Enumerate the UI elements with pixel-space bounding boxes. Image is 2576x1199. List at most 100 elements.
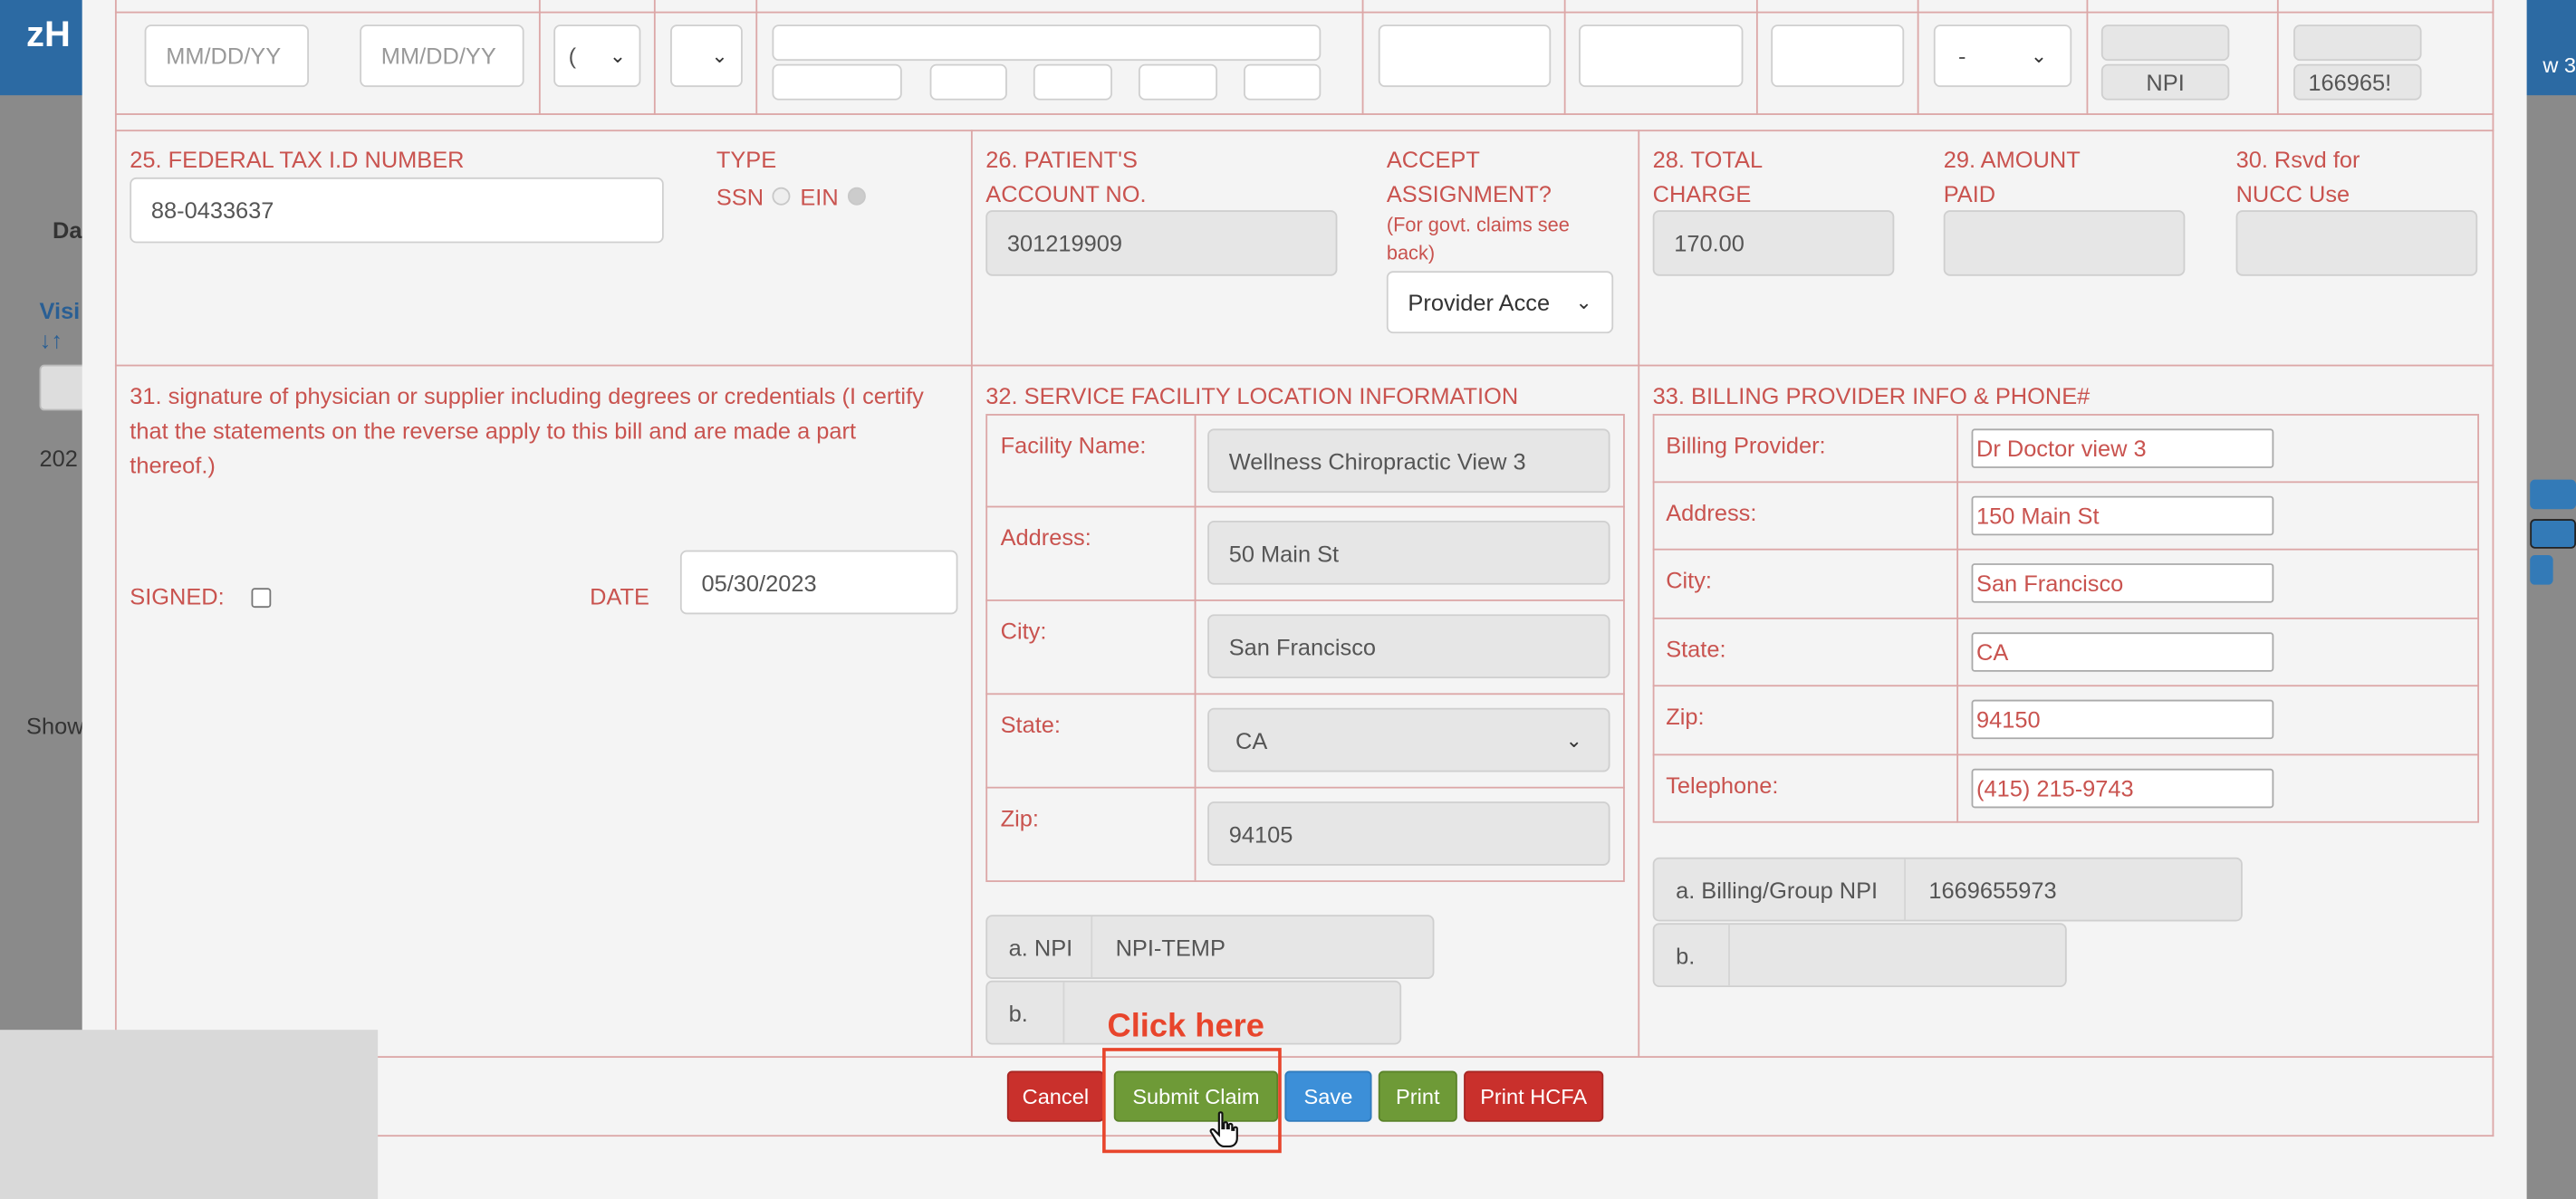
amount-paid-label-2: PAID <box>1943 180 1996 207</box>
ssn-radio[interactable] <box>772 187 791 206</box>
amount-paid-label: 29. AMOUNT <box>1943 146 2081 173</box>
amount-paid-input[interactable] <box>1943 210 2186 276</box>
billing-provider-label: Billing Provider: <box>1666 432 1826 459</box>
patient-account-label: 26. PATIENT'S <box>985 146 1138 173</box>
modifier-input-5[interactable] <box>1244 63 1322 101</box>
billing-address-input[interactable]: 150 Main St <box>1971 495 2274 536</box>
billing-state-input[interactable]: CA <box>1971 632 2274 672</box>
nucc-use-label: 30. Rsvd for <box>2235 146 2360 173</box>
service-facility-title: 32. SERVICE FACILITY LOCATION INFORMATIO… <box>985 382 1519 409</box>
service-date-from-input[interactable]: MM/DD/YY <box>144 24 309 88</box>
facility-state-select[interactable]: CA ⌄ <box>1207 707 1610 772</box>
sort-icon[interactable]: ↓↑ <box>40 327 62 353</box>
signature-statement-2: that the statements on the reverse apply… <box>130 417 857 444</box>
billing-npi-b-group: b. <box>1652 923 2067 988</box>
bg-label-date: Da <box>53 216 82 244</box>
billing-telephone-input[interactable]: (415) 215-9743 <box>1971 768 2274 809</box>
bg-label-visit: Visi <box>39 297 81 324</box>
modifier-input-3[interactable] <box>1033 63 1112 101</box>
accept-assignment-select[interactable]: Provider Acce ⌄ <box>1386 271 1614 334</box>
patient-account-input[interactable]: 301219909 <box>985 210 1338 276</box>
chevron-down-icon: ⌄ <box>711 43 728 68</box>
cancel-button[interactable]: Cancel <box>1006 1070 1104 1122</box>
billing-city-label: City: <box>1666 566 1712 593</box>
signature-date-input[interactable]: 05/30/2023 <box>679 550 958 615</box>
billing-provider-input[interactable]: Dr Doctor view 3 <box>1971 428 2274 468</box>
place-of-service-select[interactable]: (⌄ <box>553 24 641 88</box>
facility-city-label: City: <box>1000 617 1047 644</box>
billing-provider-title: 33. BILLING PROVIDER INFO & PHONE# <box>1652 382 2091 409</box>
billing-city-input[interactable]: San Francisco <box>1971 563 2274 603</box>
bg-claim-button-1[interactable] <box>2530 479 2576 510</box>
facility-npi-a-input[interactable]: NPI-TEMP <box>1092 934 1226 960</box>
rendering-npi-input[interactable]: 166965! <box>2293 63 2422 101</box>
facility-zip-input[interactable]: 94105 <box>1207 801 1610 866</box>
nucc-use-input[interactable] <box>2235 210 2478 276</box>
signature-date-label: DATE <box>590 582 650 609</box>
nucc-use-label-2: NUCC Use <box>2235 180 2350 207</box>
chevron-down-icon: ⌄ <box>2030 43 2047 68</box>
billing-npi-a-group: a. Billing/Group NPI 1669655973 <box>1652 857 2243 922</box>
print-hcfa-button[interactable]: Print HCFA <box>1464 1070 1604 1122</box>
video-overlay-panel <box>0 1030 379 1199</box>
facility-npi-a-group: a. NPI NPI-TEMP <box>985 915 1435 979</box>
billing-state-label: State: <box>1666 635 1726 662</box>
patient-account-label-2: ACCOUNT NO. <box>985 180 1147 207</box>
facility-name-label: Facility Name: <box>1000 432 1147 459</box>
accept-assignment-note-2: back) <box>1386 241 1436 265</box>
highlight-box <box>1102 1048 1282 1154</box>
facility-zip-label: Zip: <box>1000 804 1039 831</box>
accept-assignment-note: (For govt. claims see <box>1386 213 1570 237</box>
signature-statement: 31. signature of physician or supplier i… <box>130 382 924 409</box>
service-date-to-input[interactable]: MM/DD/YY <box>360 24 524 88</box>
chevron-down-icon: ⌄ <box>1575 291 1592 314</box>
facility-city-input[interactable]: San Francisco <box>1207 614 1610 679</box>
federal-tax-id-label: 25. FEDERAL TAX I.D NUMBER <box>130 146 465 173</box>
bg-claim-button-3[interactable] <box>2530 555 2553 585</box>
npi-qualifier-label: NPI <box>2100 63 2230 101</box>
signed-label: SIGNED: <box>130 582 225 609</box>
bg-show-entries: Show <box>26 713 84 740</box>
facility-address-input[interactable]: 50 Main St <box>1207 520 1610 585</box>
bg-row-year: 202 <box>39 445 78 472</box>
chevron-down-icon: ⌄ <box>609 43 627 68</box>
modifier-input-2[interactable] <box>929 63 1007 101</box>
charges-input[interactable] <box>1579 24 1744 88</box>
emg-select[interactable]: ⌄ <box>670 24 743 88</box>
units-input[interactable] <box>1771 24 1905 88</box>
id-qual-input[interactable] <box>2100 24 2230 62</box>
billing-zip-input[interactable]: 94150 <box>1971 699 2274 740</box>
facility-address-label: Address: <box>1000 523 1091 551</box>
total-charge-label-2: CHARGE <box>1652 180 1752 207</box>
save-button[interactable]: Save <box>1284 1070 1372 1122</box>
total-charge-label: 28. TOTAL <box>1652 146 1764 173</box>
rendering-id-input[interactable] <box>2293 24 2422 62</box>
click-here-callout: Click here <box>1107 1008 1264 1045</box>
billing-npi-a-input[interactable]: 1669655973 <box>1906 877 2056 903</box>
tax-id-type-label: TYPE <box>716 146 777 173</box>
diagnosis-pointer-input[interactable] <box>1378 24 1552 88</box>
modifier-input-4[interactable] <box>1138 63 1218 101</box>
ssn-label: SSN <box>716 184 764 211</box>
print-button[interactable]: Print <box>1378 1070 1457 1122</box>
app-logo: zH <box>26 13 71 54</box>
billing-zip-label: Zip: <box>1666 703 1705 730</box>
facility-state-label: State: <box>1000 711 1061 738</box>
facility-name-input[interactable]: Wellness Chiropractic View 3 <box>1207 428 1610 494</box>
facility-npi-a-label: a. NPI <box>987 916 1093 978</box>
bg-claim-button-2[interactable] <box>2530 519 2576 549</box>
billing-telephone-label: Telephone: <box>1666 772 1779 799</box>
hand-cursor-icon <box>1209 1111 1238 1148</box>
procedure-code-input[interactable] <box>772 24 1322 62</box>
signed-checkbox[interactable] <box>251 588 272 609</box>
billing-address-label: Address: <box>1666 499 1757 526</box>
federal-tax-id-input[interactable]: 88-0433637 <box>130 177 664 244</box>
epsdt-select[interactable]: - ⌄ <box>1933 24 2072 88</box>
ein-radio[interactable] <box>847 187 866 206</box>
signature-statement-3: thereof.) <box>130 451 216 478</box>
total-charge-input[interactable]: 170.00 <box>1652 210 1895 276</box>
modifier-input-1[interactable] <box>772 63 902 101</box>
accept-assignment-label-2: ASSIGNMENT? <box>1386 180 1552 207</box>
header-user-menu[interactable]: w 3 <box>2542 53 2576 77</box>
billing-npi-b-label: b. <box>1654 925 1730 986</box>
